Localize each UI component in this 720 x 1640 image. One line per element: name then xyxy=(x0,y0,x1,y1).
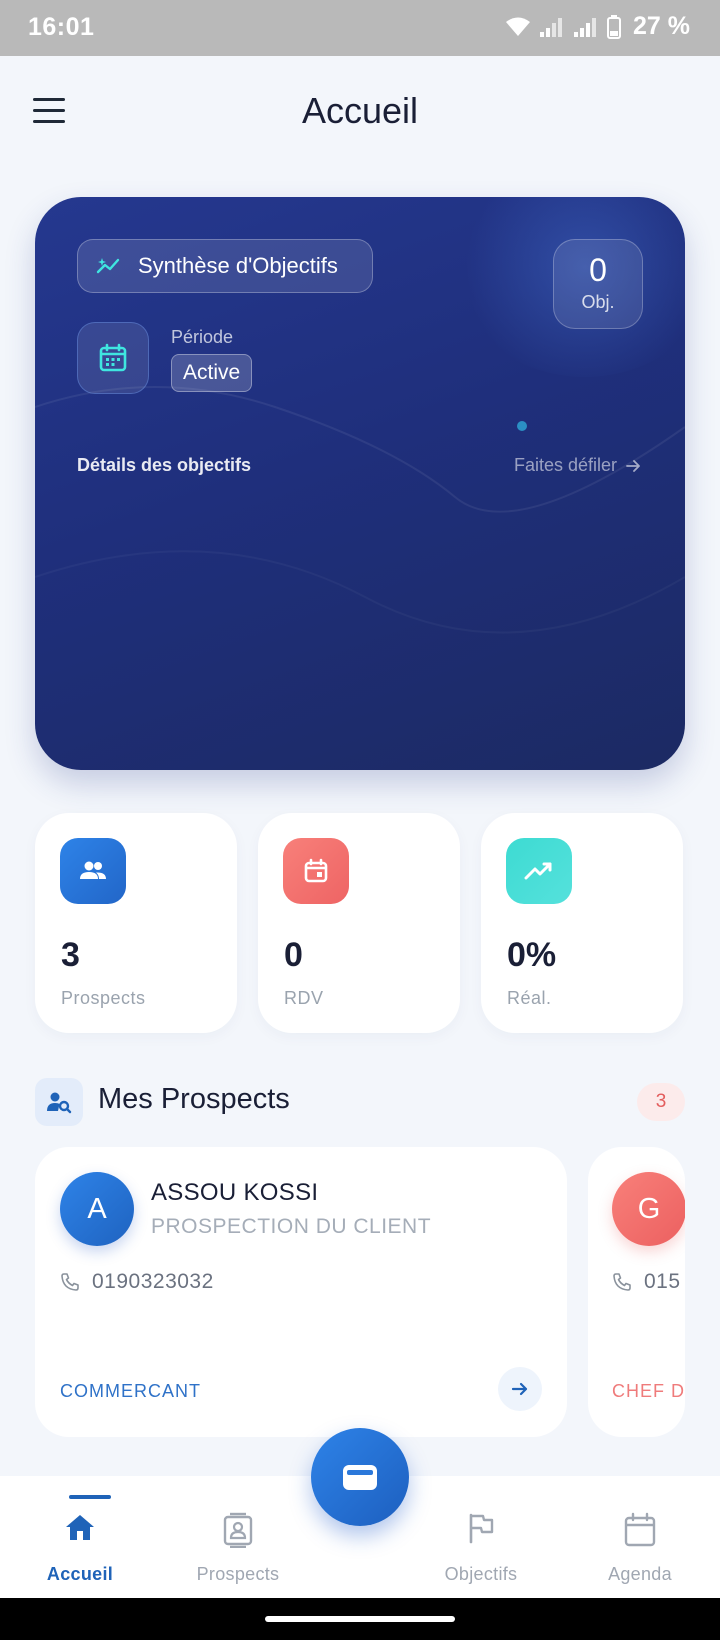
period-label: Période xyxy=(171,327,234,347)
stat-label-rdv: RDV xyxy=(284,988,324,1008)
period-status-tag: Active xyxy=(171,354,253,392)
calendar-icon xyxy=(283,838,349,904)
prospect-name: ASSOU KOSSI xyxy=(151,1179,319,1206)
prospect-card[interactable]: A ASSOU KOSSI PROSPECTION DU CLIENT 0190… xyxy=(35,1147,567,1437)
prospect-role: CHEF D' xyxy=(612,1381,685,1401)
home-gesture-handle[interactable] xyxy=(265,1616,455,1622)
calendar-icon xyxy=(99,343,127,372)
objectives-count: 0 xyxy=(589,252,607,288)
page-indicator-dot xyxy=(517,421,527,431)
wallet-icon xyxy=(343,1465,377,1490)
stat-label-prospects: Prospects xyxy=(61,988,146,1008)
nav-label-prospects: Prospects xyxy=(196,1564,280,1584)
objectives-badge: Synthèse d'Objectifs xyxy=(77,239,373,293)
wallet-fab-button[interactable] xyxy=(311,1428,409,1526)
signal-icon-2 xyxy=(574,17,597,37)
status-bar: 16:01 27 % xyxy=(0,0,720,56)
phone-icon xyxy=(613,1273,631,1291)
page-title: Accueil xyxy=(301,90,419,131)
stat-card-rdv[interactable]: 0 RDV xyxy=(258,813,460,1033)
calendar-icon xyxy=(624,1512,656,1547)
scroll-hint-label: Faites défiler xyxy=(513,455,617,475)
phone-icon xyxy=(61,1273,79,1291)
prospect-subtitle: PROSPECTION DU CLIENT xyxy=(151,1215,432,1238)
prospect-phone-number: 0190323032 xyxy=(92,1270,214,1293)
battery-icon xyxy=(607,14,622,39)
battery-percent: 27 % xyxy=(633,12,690,40)
objectives-count-box: 0 Obj. xyxy=(553,239,643,329)
prospect-phone[interactable]: 015 xyxy=(612,1270,681,1294)
prospects-count-badge: 3 xyxy=(637,1083,685,1121)
stat-value-prospects: 3 xyxy=(61,936,80,974)
trend-sparkle-icon xyxy=(96,258,120,274)
avatar: A xyxy=(60,1172,134,1246)
objectives-details-label: Détails des objectifs xyxy=(77,455,252,475)
nav-label-agenda: Agenda xyxy=(608,1564,672,1584)
status-time: 16:01 xyxy=(28,13,95,41)
objectives-badge-label: Synthèse d'Objectifs xyxy=(138,253,338,278)
arrow-right-icon xyxy=(626,459,640,472)
prospect-phone-number: 015 xyxy=(644,1270,681,1293)
user-search-icon xyxy=(35,1078,83,1126)
flag-icon xyxy=(469,1513,494,1544)
status-icons: 27 % xyxy=(505,12,690,41)
objectives-count-label: Obj. xyxy=(581,292,615,312)
users-icon xyxy=(60,838,126,904)
stat-card-realisation[interactable]: 0% Réal. xyxy=(481,813,683,1033)
nav-label-objectifs: Objectifs xyxy=(444,1564,518,1584)
contact-card-icon xyxy=(223,1512,253,1548)
nav-label-accueil: Accueil xyxy=(46,1564,114,1584)
home-icon xyxy=(66,1515,94,1540)
prospect-phone[interactable]: 0190323032 xyxy=(60,1270,214,1294)
system-navigation-bar xyxy=(0,1598,720,1640)
period-calendar-box xyxy=(77,322,149,394)
scroll-hint: Faites défiler xyxy=(514,455,641,476)
signal-icon xyxy=(540,17,563,37)
app-header: Accueil xyxy=(0,56,720,168)
wifi-icon xyxy=(506,17,531,36)
objectives-summary-card[interactable]: Synthèse d'Objectifs 0 Obj. Période Acti… xyxy=(35,197,685,770)
open-prospect-button[interactable] xyxy=(498,1367,542,1411)
avatar: G xyxy=(612,1172,685,1246)
nav-active-indicator xyxy=(69,1495,111,1499)
section-title: Mes Prospects xyxy=(98,1083,290,1115)
stat-value-realisation: 0% xyxy=(507,936,557,974)
arrow-right-icon xyxy=(511,1382,528,1396)
stat-card-prospects[interactable]: 3 Prospects xyxy=(35,813,237,1033)
trending-up-icon xyxy=(506,838,572,904)
stat-label-realisation: Réal. xyxy=(507,988,552,1008)
prospect-card[interactable]: G 015 CHEF D' xyxy=(588,1147,685,1437)
prospect-role: COMMERCANT xyxy=(60,1381,201,1401)
stat-value-rdv: 0 xyxy=(284,936,303,974)
